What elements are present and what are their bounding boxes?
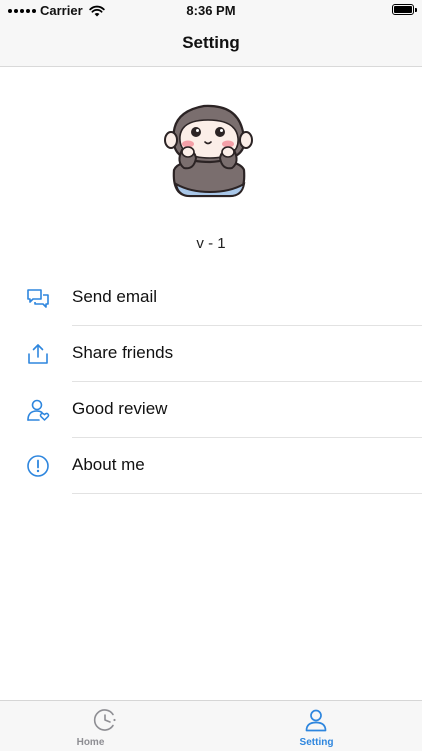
menu-item-share-friends[interactable]: Share friends	[0, 326, 422, 382]
page-title: Setting	[182, 33, 240, 52]
menu-item-label: Share friends	[72, 343, 174, 362]
tab-bar: Home Setting	[0, 700, 422, 751]
user-icon	[305, 709, 327, 732]
tab-label: Home	[76, 737, 105, 748]
info-circle-icon	[27, 455, 49, 477]
chat-bubbles-icon	[27, 289, 49, 308]
menu-item-label: Good review	[72, 399, 168, 418]
top-bar: Carrier 8:36 PM Setting	[0, 0, 422, 67]
settings-menu: Send email Share friends Good review Abo…	[0, 270, 422, 494]
tab-home[interactable]: Home	[0, 701, 211, 751]
version-label: v - 1	[196, 235, 226, 252]
avatar	[164, 104, 253, 198]
menu-item-send-email[interactable]: Send email	[0, 270, 422, 326]
menu-item-about-me[interactable]: About me	[0, 438, 422, 494]
menu-item-good-review[interactable]: Good review	[0, 382, 422, 438]
user-heart-icon	[27, 399, 50, 421]
share-icon	[28, 344, 48, 364]
divider	[72, 493, 422, 494]
pacman-clock-icon	[93, 709, 116, 731]
status-time: 8:36 PM	[186, 3, 236, 18]
tab-label: Setting	[299, 737, 334, 748]
status-bar: Carrier 8:36 PM	[0, 0, 422, 22]
battery-icon	[392, 4, 417, 15]
menu-item-label: About me	[72, 455, 145, 474]
menu-item-label: Send email	[72, 287, 158, 306]
tab-setting[interactable]: Setting	[211, 701, 422, 751]
